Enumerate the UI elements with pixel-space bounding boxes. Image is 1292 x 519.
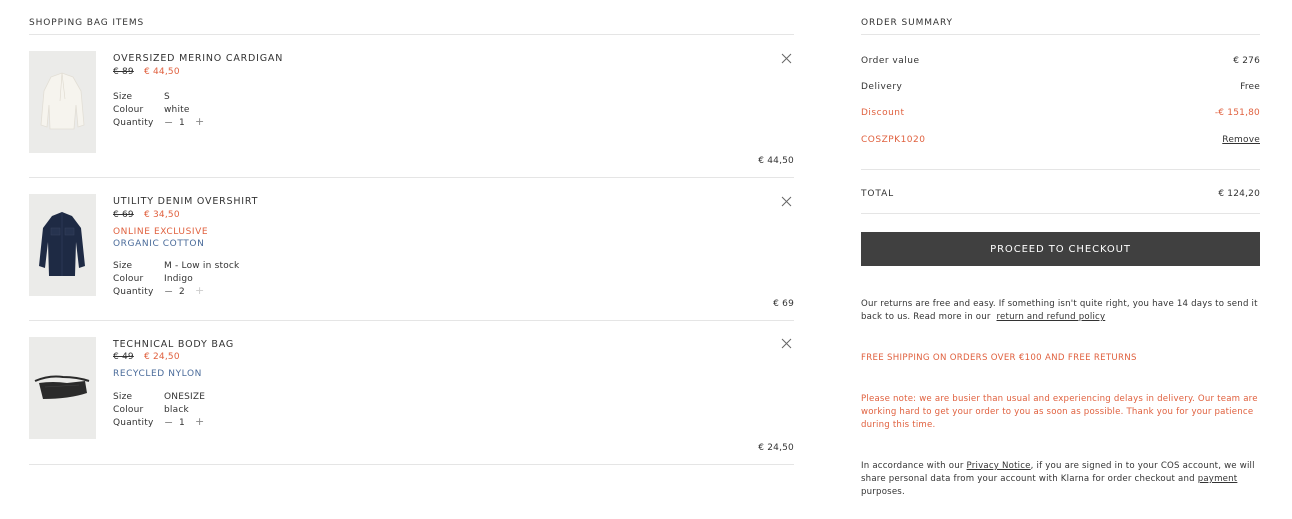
colour-label: Colour bbox=[113, 405, 144, 415]
decrease-quantity-button[interactable]: − bbox=[164, 117, 173, 128]
body-bag-image-icon bbox=[34, 375, 90, 399]
divider bbox=[29, 34, 794, 35]
divider bbox=[29, 464, 794, 465]
remove-item-button[interactable] bbox=[781, 338, 792, 349]
colour-label: Colour bbox=[113, 105, 144, 115]
item-name[interactable]: UTILITY DENIM OVERSHIRT bbox=[113, 196, 258, 207]
summary-title: ORDER SUMMARY bbox=[861, 18, 953, 28]
original-price: € 89 bbox=[113, 67, 134, 77]
sale-price: € 44,50 bbox=[144, 67, 180, 77]
total-label: TOTAL bbox=[861, 189, 895, 199]
klarna-text: In accordance with our bbox=[861, 461, 964, 471]
note-line3: during this time. bbox=[861, 420, 936, 430]
quantity-label: Quantity bbox=[113, 287, 154, 297]
return-refund-policy-link[interactable]: return and refund policy bbox=[997, 312, 1106, 322]
quantity-value: 1 bbox=[179, 118, 185, 128]
size-label: Size bbox=[113, 261, 133, 271]
promo-code-row: COSZPK1020 Remove bbox=[861, 135, 1260, 147]
size-label: Size bbox=[113, 92, 133, 102]
order-value: € 276 bbox=[1233, 56, 1260, 66]
sale-price: € 24,50 bbox=[144, 352, 180, 362]
line-total: € 24,50 bbox=[758, 443, 794, 453]
original-price: € 69 bbox=[113, 210, 134, 220]
quantity-label: Quantity bbox=[113, 418, 154, 428]
online-exclusive-tag: ONLINE EXCLUSIVE bbox=[113, 227, 209, 237]
close-icon bbox=[781, 53, 792, 64]
klarna-privacy-info: In accordance with our Privacy Notice, i… bbox=[861, 460, 1260, 499]
divider bbox=[29, 320, 794, 321]
quantity-value: 2 bbox=[179, 287, 185, 297]
returns-info: Our returns are free and easy. If someth… bbox=[861, 298, 1260, 324]
colour-label: Colour bbox=[113, 274, 144, 284]
overshirt-image[interactable] bbox=[29, 194, 96, 296]
delivery-delay-note: Please note: we are busier than usual an… bbox=[861, 393, 1260, 432]
size-value: S bbox=[164, 92, 170, 102]
note-line1: Please note: we are busier than usual an… bbox=[861, 394, 1258, 404]
close-icon bbox=[781, 196, 792, 207]
delivery-label: Delivery bbox=[861, 82, 903, 92]
klarna-line1: In accordance with our Privacy Notice, i… bbox=[861, 460, 1260, 473]
klarna-text: , if you are signed in to your COS accou… bbox=[1030, 461, 1255, 471]
discount-value: -€ 151,80 bbox=[1214, 108, 1260, 118]
remove-item-button[interactable] bbox=[781, 196, 792, 207]
size-value: ONESIZE bbox=[164, 392, 206, 402]
remove-item-button[interactable] bbox=[781, 53, 792, 64]
size-value: M - Low in stock bbox=[164, 261, 240, 271]
divider bbox=[861, 34, 1260, 35]
overshirt-image-icon bbox=[39, 212, 85, 276]
increase-quantity-button[interactable]: + bbox=[195, 116, 204, 127]
colour-value: black bbox=[164, 405, 189, 415]
delivery-value: Free bbox=[1240, 82, 1260, 92]
divider bbox=[861, 213, 1260, 214]
increase-quantity-button[interactable]: + bbox=[195, 416, 204, 427]
quantity-value: 1 bbox=[179, 418, 185, 428]
total-value: € 124,20 bbox=[1218, 189, 1260, 199]
organic-cotton-tag: ORGANIC COTTON bbox=[113, 239, 205, 249]
remove-promo-link[interactable]: Remove bbox=[1222, 135, 1260, 145]
divider bbox=[861, 169, 1260, 170]
privacy-notice-link[interactable]: Privacy Notice bbox=[967, 461, 1031, 471]
quantity-label: Quantity bbox=[113, 118, 154, 128]
klarna-line2: share personal data from your account wi… bbox=[861, 473, 1260, 486]
item-name[interactable]: TECHNICAL BODY BAG bbox=[113, 339, 234, 350]
cardigan-image-icon bbox=[40, 72, 85, 130]
order-value-row: Order value € 276 bbox=[861, 56, 1260, 68]
line-total: € 69 bbox=[773, 299, 794, 309]
increase-quantity-button[interactable]: + bbox=[195, 285, 204, 296]
bag-title: SHOPPING BAG ITEMS bbox=[29, 18, 145, 28]
line-total: € 44,50 bbox=[758, 156, 794, 166]
colour-value: Indigo bbox=[164, 274, 193, 284]
original-price: € 49 bbox=[113, 352, 134, 362]
body-bag-image[interactable] bbox=[29, 337, 96, 439]
returns-text-line2: back to us. Read more in our return and … bbox=[861, 311, 1260, 324]
order-value-label: Order value bbox=[861, 56, 920, 66]
cardigan-image[interactable] bbox=[29, 51, 96, 153]
colour-value: white bbox=[164, 105, 190, 115]
klarna-line3: purposes. bbox=[861, 487, 905, 497]
decrease-quantity-button[interactable]: − bbox=[164, 286, 173, 297]
returns-text-line1: Our returns are free and easy. If someth… bbox=[861, 299, 1258, 309]
note-line2: working hard to get your order to you as… bbox=[861, 407, 1254, 417]
returns-text: back to us. Read more in our bbox=[861, 312, 991, 322]
close-icon bbox=[781, 338, 792, 349]
delivery-row: Delivery Free bbox=[861, 82, 1260, 94]
discount-row: Discount -€ 151,80 bbox=[861, 108, 1260, 120]
promo-code: COSZPK1020 bbox=[861, 135, 926, 145]
recycled-nylon-tag: RECYCLED NYLON bbox=[113, 369, 202, 379]
decrease-quantity-button[interactable]: − bbox=[164, 417, 173, 428]
payment-link[interactable]: payment bbox=[1198, 474, 1238, 484]
klarna-text: share personal data from your account wi… bbox=[861, 474, 1195, 484]
divider bbox=[29, 177, 794, 178]
item-name[interactable]: OVERSIZED MERINO CARDIGAN bbox=[113, 53, 283, 64]
discount-label: Discount bbox=[861, 108, 905, 118]
size-label: Size bbox=[113, 392, 133, 402]
total-row: TOTAL € 124,20 bbox=[861, 189, 1260, 201]
sale-price: € 34,50 bbox=[144, 210, 180, 220]
proceed-to-checkout-button[interactable]: PROCEED TO CHECKOUT bbox=[861, 232, 1260, 266]
free-shipping-banner: FREE SHIPPING ON ORDERS OVER €100 AND FR… bbox=[861, 353, 1137, 363]
